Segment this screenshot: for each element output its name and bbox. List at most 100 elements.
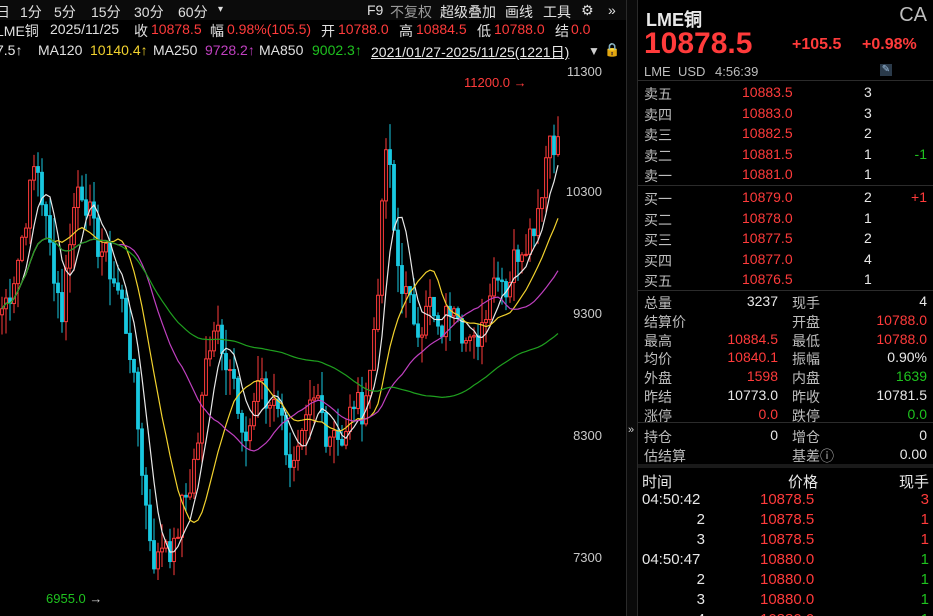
ask-row[interactable]: 卖一 10881.0 1 — [638, 164, 933, 184]
ma850-value: 9002.3↑ — [312, 42, 362, 58]
bid-row[interactable]: 买一 10879.0 2 +1 — [638, 187, 933, 207]
overlay-button[interactable]: 超级叠加 — [440, 2, 496, 22]
candle — [20, 235, 24, 263]
ask-price: 10882.5 — [742, 125, 793, 141]
candle — [384, 138, 388, 219]
candle — [4, 289, 8, 334]
candle — [492, 257, 496, 303]
candle — [76, 170, 80, 230]
bid-change: +1 — [911, 189, 927, 205]
y-axis-tick: 11300 — [566, 64, 602, 79]
collapse-chevron-icon[interactable]: » — [628, 424, 634, 436]
ma120-value: 10140.4↑ — [90, 42, 148, 58]
date-range[interactable]: 2021/01/27-2025/11/25(1221日) — [371, 42, 569, 62]
ask-row[interactable]: 卖四 10883.0 3 — [638, 103, 933, 123]
candle — [244, 416, 248, 467]
tools-button[interactable]: 工具 — [543, 2, 571, 22]
ask-level-label: 卖四 — [644, 106, 672, 123]
tick-volume: 1 — [920, 531, 929, 548]
tick-price: 10878.5 — [760, 491, 815, 508]
kline-chart[interactable]: 11300 10300 9300 8300 7300 11200.0 → 695… — [0, 62, 626, 616]
stat-value: 0.0 — [758, 405, 778, 422]
panel-divider[interactable]: » — [626, 0, 638, 616]
candle — [544, 145, 548, 213]
bid-volume: 1 — [864, 271, 872, 287]
bid-row[interactable]: 买四 10877.0 4 — [638, 249, 933, 269]
ask-level-label: 卖一 — [644, 168, 672, 184]
candle — [288, 432, 292, 488]
bid-row[interactable]: 买五 10876.5 1 — [638, 269, 933, 289]
lock-icon[interactable]: 🔒 — [604, 42, 620, 58]
bid-level-label: 买二 — [644, 211, 672, 228]
tick-time: 2 — [696, 571, 705, 588]
tick-price: 10878.5 — [760, 511, 815, 528]
tick-volume: 3 — [920, 491, 929, 508]
tick-time: 3 — [696, 531, 705, 548]
ask-volume: 3 — [864, 84, 872, 100]
kline-chart-canvas[interactable] — [0, 62, 626, 616]
candle — [536, 189, 540, 245]
candle — [464, 337, 468, 352]
expand-chevron-icon[interactable]: » — [608, 2, 616, 18]
candle — [208, 336, 212, 367]
candle — [380, 198, 384, 304]
candle — [44, 201, 48, 240]
bid-level-label: 买三 — [644, 232, 672, 248]
candle — [316, 383, 320, 401]
candle — [388, 124, 392, 188]
candle — [248, 418, 252, 451]
ticks-header-volume: 现手 — [898, 474, 929, 491]
tick-time: 04:50:42 — [642, 491, 701, 508]
ask-volume: 3 — [864, 104, 872, 121]
candle — [28, 179, 32, 245]
ma850-label: MA850 — [259, 42, 304, 58]
candle — [392, 160, 396, 231]
candle — [556, 116, 560, 157]
position-label: 持仓 — [644, 429, 672, 445]
settings-gear-icon[interactable]: ⚙ — [581, 2, 594, 19]
bid-price: 10877.0 — [742, 250, 793, 267]
tick-price: 10880.0 — [760, 571, 815, 588]
ask-price: 10883.5 — [742, 84, 793, 100]
basis-label[interactable]: 基差ⓘ — [792, 446, 834, 466]
candle — [16, 258, 20, 308]
stats-row: 最高 10884.5 最低 10788.0 — [638, 330, 933, 349]
candle — [324, 405, 328, 453]
stat-value: 10788.0 — [876, 311, 927, 328]
tick-volume: 1 — [920, 511, 929, 528]
draw-line-button[interactable]: 画线 — [505, 2, 533, 22]
tick-time: 04:50:47 — [642, 551, 701, 568]
stat-value: 3237 — [746, 293, 778, 309]
increase-position-label: 增仓 — [792, 429, 820, 445]
stats-row: 均价 10840.1 振幅 0.90% — [638, 348, 933, 367]
settle-label: 结 — [555, 23, 569, 39]
tick-row: 04:50:42 10878.5 3 — [638, 490, 933, 510]
bid-row[interactable]: 买三 10877.5 2 — [638, 228, 933, 248]
currency-label: USD — [678, 64, 706, 79]
candle — [312, 385, 316, 424]
ask-price: 10883.0 — [742, 104, 793, 121]
estimate-row: 估结算 基差ⓘ 0.00 — [638, 445, 933, 464]
stat-value: 10840.1 — [727, 349, 778, 366]
candle — [552, 124, 556, 174]
candle — [220, 319, 224, 371]
f9-button[interactable]: F9 — [367, 2, 383, 18]
ask-row[interactable]: 卖三 10882.5 2 — [638, 123, 933, 143]
no-restore-button[interactable]: 不复权 — [390, 2, 432, 22]
stat-value: 1598 — [746, 368, 778, 385]
candle — [300, 428, 304, 450]
bid-row[interactable]: 买二 10878.0 1 — [638, 208, 933, 228]
ask-volume: 1 — [864, 145, 872, 162]
candle — [304, 404, 308, 456]
candle — [156, 542, 160, 581]
ticks-header-price: 价格 — [788, 474, 819, 491]
ask-row[interactable]: 卖二 10881.5 1 -1 — [638, 144, 933, 164]
edit-icon[interactable]: ✎ — [880, 64, 892, 76]
ask-row[interactable]: 卖五 10883.5 3 — [638, 82, 933, 102]
candle — [496, 261, 500, 292]
candle — [452, 306, 456, 326]
candle — [328, 435, 332, 456]
tick-volume: 1 — [920, 551, 929, 568]
range-dropdown-icon[interactable]: ▼ — [588, 44, 600, 58]
candle — [176, 528, 180, 540]
